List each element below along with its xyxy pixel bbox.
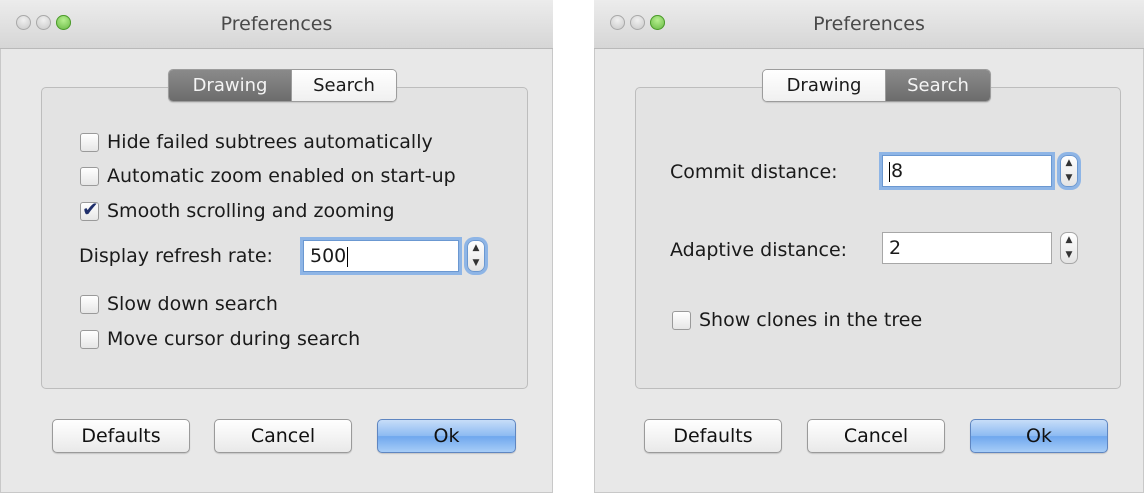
option-move-cursor[interactable]: Move cursor during search	[80, 325, 360, 353]
preferences-window-search: Preferences Drawing Search Commit distan…	[594, 0, 1144, 493]
commit-distance-label: Commit distance:	[670, 161, 838, 183]
ok-button[interactable]: Ok	[377, 419, 516, 453]
checkbox-label: Hide failed subtrees automatically	[107, 131, 433, 153]
stepper-up-icon[interactable]: ▲	[468, 241, 484, 256]
refresh-rate-value: 500	[310, 245, 347, 267]
window-title: Preferences	[813, 13, 925, 35]
refresh-rate-label: Display refresh rate:	[79, 245, 273, 267]
option-hide-failed-subtrees[interactable]: Hide failed subtrees automatically	[80, 128, 433, 156]
option-automatic-zoom[interactable]: Automatic zoom enabled on start-up	[80, 162, 456, 190]
commit-distance-input[interactable]: 8	[882, 155, 1052, 187]
checkbox[interactable]	[80, 294, 99, 314]
stepper-down-icon[interactable]: ▼	[1061, 248, 1077, 263]
stepper-down-icon[interactable]: ▼	[1061, 171, 1077, 186]
tab-search[interactable]: Search	[291, 70, 396, 101]
commit-distance-value: 8	[891, 160, 904, 182]
option-slow-down-search[interactable]: Slow down search	[80, 290, 278, 318]
cancel-button[interactable]: Cancel	[807, 419, 945, 453]
checkbox-label: Automatic zoom enabled on start-up	[107, 165, 456, 187]
preferences-window-drawing: Preferences Drawing Search Hide failed s…	[0, 0, 553, 493]
option-show-clones[interactable]: Show clones in the tree	[672, 306, 922, 334]
stepper-up-icon[interactable]: ▲	[1061, 156, 1077, 171]
title-bar: Preferences	[0, 0, 553, 49]
window-title: Preferences	[220, 13, 333, 35]
title-bar: Preferences	[594, 0, 1144, 49]
checkbox[interactable]	[80, 329, 99, 349]
refresh-rate-input[interactable]: 500	[303, 240, 459, 272]
stepper-down-icon[interactable]: ▼	[468, 256, 484, 271]
checkbox[interactable]	[672, 310, 691, 330]
adaptive-distance-label: Adaptive distance:	[670, 239, 848, 261]
text-caret	[889, 161, 890, 182]
tab-bar: Drawing Search	[168, 69, 397, 102]
tab-drawing[interactable]: Drawing	[763, 70, 885, 101]
checkbox-label: Slow down search	[107, 293, 278, 315]
stepper-up-icon[interactable]: ▲	[1061, 233, 1077, 248]
tab-bar: Drawing Search	[762, 69, 991, 102]
defaults-button[interactable]: Defaults	[52, 419, 190, 453]
checkbox[interactable]	[80, 132, 99, 152]
checkbox-label: Move cursor during search	[107, 328, 361, 350]
adaptive-distance-input[interactable]: 2	[882, 232, 1052, 264]
tab-drawing[interactable]: Drawing	[169, 70, 291, 101]
defaults-button[interactable]: Defaults	[644, 419, 782, 453]
checkbox[interactable]	[80, 166, 99, 186]
commit-distance-stepper[interactable]: ▲ ▼	[1060, 155, 1078, 187]
adaptive-distance-stepper[interactable]: ▲ ▼	[1060, 232, 1078, 264]
tab-search[interactable]: Search	[885, 70, 990, 101]
cancel-button[interactable]: Cancel	[214, 419, 352, 453]
checkbox-label: Show clones in the tree	[699, 309, 923, 331]
option-smooth-scrolling[interactable]: Smooth scrolling and zooming	[80, 197, 395, 225]
adaptive-distance-value: 2	[889, 237, 902, 259]
text-caret	[347, 246, 349, 267]
checkbox-checked[interactable]	[80, 197, 99, 221]
refresh-rate-stepper[interactable]: ▲ ▼	[467, 240, 485, 272]
ok-button[interactable]: Ok	[970, 419, 1108, 453]
checkbox-label: Smooth scrolling and zooming	[107, 200, 395, 222]
